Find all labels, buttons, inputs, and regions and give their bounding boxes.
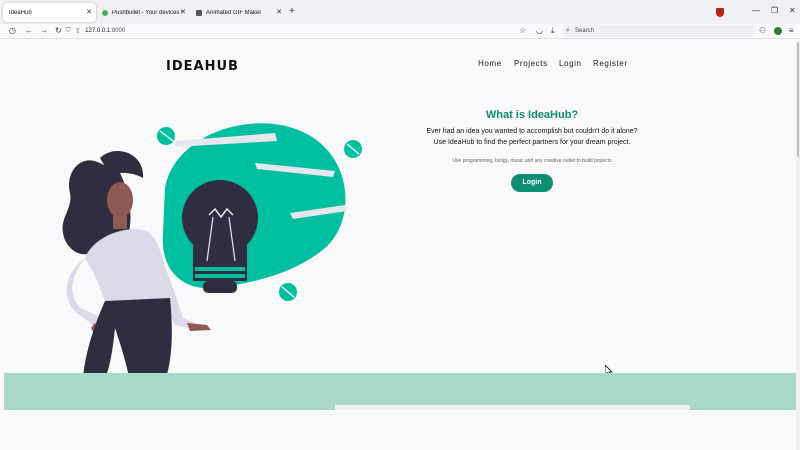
scrollbar-thumb[interactable] xyxy=(797,42,799,157)
new-tab-icon[interactable]: + xyxy=(289,6,295,17)
nav-register[interactable]: Register xyxy=(593,59,628,68)
hero-title: What is IdeaHub? xyxy=(485,109,579,121)
close-icon[interactable]: ✕ xyxy=(86,8,92,16)
extension-icon[interactable] xyxy=(774,27,782,35)
search-placeholder: Search xyxy=(575,28,595,34)
nav-home[interactable]: Home xyxy=(478,59,502,68)
browser-tab-strip: IdeaHub ✕ Pushbullet - Your devices work… xyxy=(0,0,800,24)
downloads-icon[interactable]: ⤓ xyxy=(551,25,555,37)
pocket-icon[interactable]: ◡ xyxy=(536,25,543,37)
close-icon[interactable]: ✕ xyxy=(276,8,282,16)
url-host: 127.0.0.1 xyxy=(85,28,111,34)
url-bar[interactable]: ⛉ ▯ 127.0.0.1:8000 xyxy=(66,25,556,37)
nav-projects[interactable]: Projects xyxy=(514,59,548,68)
menu-icon[interactable]: ≡ xyxy=(789,25,794,37)
forward-icon[interactable]: → xyxy=(40,25,48,37)
tab-gif-maker[interactable]: Animated GIF Maker ✕ xyxy=(190,3,286,22)
account-icon[interactable]: ⚇ xyxy=(759,25,766,37)
browser-toolbar: ◷ ← → ↻ ⛉ ▯ 127.0.0.1:8000 ☆ ◡ ⤓ ⌕ Searc… xyxy=(0,24,800,39)
history-icon[interactable]: ◷ xyxy=(9,25,16,37)
window-close-icon[interactable]: ✕ xyxy=(789,6,796,15)
hero-description-line1: Ever had an idea you wanted to accomplis… xyxy=(426,128,638,135)
minimize-icon[interactable]: — xyxy=(752,6,760,15)
reload-icon[interactable]: ↻ xyxy=(55,25,62,37)
search-icon: ⌕ xyxy=(566,27,570,34)
hero-subtext: Use programming, biolgy, music and any c… xyxy=(452,158,612,164)
page-icon: ▯ xyxy=(76,28,80,34)
back-icon[interactable]: ← xyxy=(25,25,33,37)
hero-illustration xyxy=(62,123,362,381)
section-card xyxy=(335,405,690,410)
tab-title: IdeaHub xyxy=(9,9,32,16)
close-icon[interactable]: ✕ xyxy=(180,8,186,16)
search-input[interactable]: ⌕ Search xyxy=(563,25,754,37)
hero-description-line2: Use IdeaHub to find the perfect partners… xyxy=(433,139,631,146)
shield-extension-icon[interactable] xyxy=(716,8,724,17)
lightbulb-icon xyxy=(182,180,258,293)
bookmark-star-icon[interactable]: ☆ xyxy=(519,25,526,37)
url-port: :8000 xyxy=(110,28,126,34)
tracking-shield-icon[interactable]: ⛉ xyxy=(66,28,71,34)
site-logo[interactable]: IDEAHUB xyxy=(166,59,239,74)
tab-title: Animated GIF Maker xyxy=(206,9,262,16)
tab-title: Pushbullet - Your devices worki xyxy=(112,9,182,16)
tab-ideahub[interactable]: IdeaHub ✕ xyxy=(3,3,96,22)
gif-favicon-icon xyxy=(196,9,202,16)
maximize-icon[interactable]: ❐ xyxy=(771,6,778,15)
nav-login[interactable]: Login xyxy=(559,59,582,68)
login-button[interactable]: Login xyxy=(511,174,553,192)
pushbullet-favicon-icon xyxy=(102,9,108,16)
tab-pushbullet[interactable]: Pushbullet - Your devices worki ✕ xyxy=(96,3,190,22)
